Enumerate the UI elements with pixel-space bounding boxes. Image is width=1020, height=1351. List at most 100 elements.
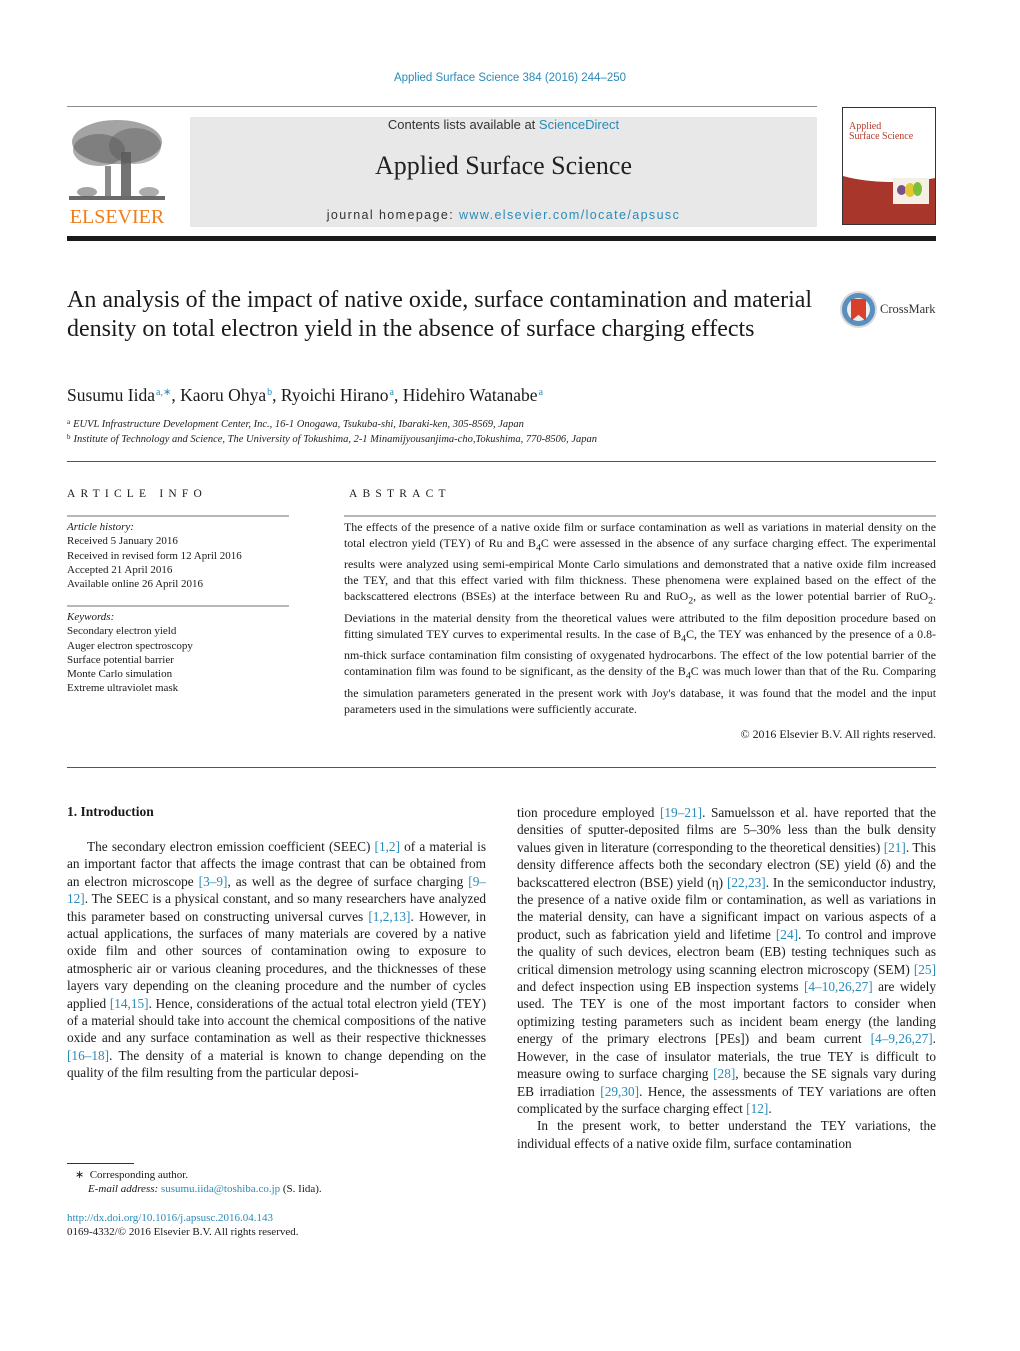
article-history: Article history: Received 5 January 2016… xyxy=(67,520,297,591)
crossmark-badge[interactable]: CrossMark xyxy=(840,291,940,329)
masthead-bottom-rule xyxy=(67,236,936,241)
contents-prefix: Contents lists available at xyxy=(387,117,539,132)
email-suffix: (S. Iida). xyxy=(280,1183,322,1195)
author-affiliation-mark[interactable]: a xyxy=(539,387,543,398)
author-affiliation-mark[interactable]: b xyxy=(267,387,272,398)
journal-cover-image[interactable]: Applied Surface Science xyxy=(842,107,936,225)
text-run: The secondary electron emission coeffici… xyxy=(87,839,375,854)
header-divider xyxy=(67,106,817,107)
body-divider xyxy=(67,767,936,768)
history-label: Article history: xyxy=(67,521,134,533)
text-run: . The density of a material is known to … xyxy=(67,1047,486,1081)
affiliation-text: Institute of Technology and Science, The… xyxy=(73,434,598,445)
article-info-divider xyxy=(67,515,289,517)
citation-link[interactable]: [22,23] xyxy=(727,875,766,890)
email-link[interactable]: susumu.iida@toshiba.co.jp xyxy=(161,1183,280,1195)
keywords-label: Keywords: xyxy=(67,611,115,623)
affiliation-mark: b xyxy=(67,433,71,441)
author-affiliation-mark[interactable]: a,∗ xyxy=(156,387,171,398)
cover-title: Applied Surface Science xyxy=(849,122,913,142)
section-heading-introduction: 1. Introduction xyxy=(67,804,154,819)
author-name[interactable]: Susumu Iida xyxy=(67,385,155,405)
text-run: In the present work, to better understan… xyxy=(517,1118,936,1151)
elsevier-wordmark: ELSEVIER xyxy=(69,206,165,228)
issn-copyright: 0169-4332/© 2016 Elsevier B.V. All right… xyxy=(67,1226,299,1238)
footnote-divider xyxy=(67,1163,134,1164)
text-run: . xyxy=(768,1100,772,1116)
citation-link[interactable]: [4–9,26,27] xyxy=(871,1031,933,1046)
keyword-item: Secondary electron yield xyxy=(67,625,177,638)
author-name[interactable]: Hidehiro Watanabe xyxy=(403,385,538,405)
front-matter-divider xyxy=(67,461,936,462)
journal-homepage-link[interactable]: www.elsevier.com/locate/apsusc xyxy=(459,208,680,222)
keywords: Keywords: Secondary electron yield Auger… xyxy=(67,610,297,696)
citation-link[interactable]: [29,30] xyxy=(600,1084,639,1099)
elsevier-logo[interactable]: ELSEVIER xyxy=(67,116,167,228)
affiliation-text: EUVL Infrastructure Development Center, … xyxy=(73,419,524,430)
abstract-segment: , as well as the lower potential barrier… xyxy=(693,589,929,604)
homepage-prefix: journal homepage: xyxy=(326,208,459,222)
citation-link[interactable]: [12] xyxy=(746,1101,768,1116)
article-title: An analysis of the impact of native oxid… xyxy=(67,287,813,342)
citation-link[interactable]: [3–9] xyxy=(199,874,228,889)
abstract-text: The effects of the presence of a native … xyxy=(344,519,936,717)
cover-curve xyxy=(843,142,935,182)
email-note: E-mail address: susumu.iida@toshiba.co.j… xyxy=(67,1182,497,1197)
history-item: Accepted 21 April 2016 xyxy=(67,563,173,576)
abstract-heading: ABSTRACT xyxy=(349,488,451,500)
text-run: , as well as the degree of surface charg… xyxy=(227,873,469,889)
cover-art-shape xyxy=(913,182,922,196)
author-affiliation-mark[interactable]: a xyxy=(390,387,394,398)
paragraph: The secondary electron emission coeffici… xyxy=(67,838,486,1082)
text-run: tion procedure employed xyxy=(517,805,660,820)
crossmark-label: CrossMark xyxy=(880,302,936,316)
affiliation-b: b Institute of Technology and Science, Th… xyxy=(67,433,927,445)
elsevier-tree-icon xyxy=(69,116,165,204)
author-list: Susumu Iidaa,∗, Kaoru Ohyab, Ryoichi Hir… xyxy=(67,385,544,405)
history-item: Received 5 January 2016 xyxy=(67,535,178,548)
body-column-right: tion procedure employed [19–21]. Samuels… xyxy=(517,804,936,1152)
author-name[interactable]: Ryoichi Hirano xyxy=(281,385,389,405)
corresponding-author-note: ∗ Corresponding author. xyxy=(67,1168,497,1183)
abstract-divider xyxy=(344,515,936,517)
abstract-copyright: © 2016 Elsevier B.V. All rights reserved… xyxy=(740,727,936,741)
keyword-item: Surface potential barrier xyxy=(67,653,174,666)
cover-title-line2: Surface Science xyxy=(849,131,914,142)
history-item: Received in revised form 12 April 2016 xyxy=(67,549,242,562)
contents-line: Contents lists available at ScienceDirec… xyxy=(190,117,817,132)
paragraph: tion procedure employed [19–21]. Samuels… xyxy=(517,804,936,1117)
citation-link[interactable]: [28] xyxy=(713,1066,735,1081)
author-name[interactable]: Kaoru Ohya xyxy=(180,385,266,405)
journal-title: Applied Surface Science xyxy=(374,151,632,180)
paragraph: In the present work, to better understan… xyxy=(517,1117,936,1152)
citation-link[interactable]: [25] xyxy=(914,962,936,977)
affiliation-mark: a xyxy=(67,418,71,426)
homepage-line: journal homepage: www.elsevier.com/locat… xyxy=(190,208,817,222)
crossmark-icon xyxy=(840,291,877,328)
citation-link[interactable]: [4–10,26,27] xyxy=(804,979,873,994)
keyword-item: Auger electron spectroscopy xyxy=(67,639,193,652)
body-column-left: The secondary electron emission coeffici… xyxy=(67,838,486,1082)
citation-link[interactable]: [19–21] xyxy=(660,805,702,820)
sciencedirect-link[interactable]: ScienceDirect xyxy=(539,117,619,132)
keywords-divider xyxy=(67,605,289,607)
article-info-heading: ARTICLE INFO xyxy=(67,488,207,500)
cover-artwork xyxy=(893,178,929,204)
citation-link[interactable]: [21] xyxy=(884,840,906,855)
journal-masthead: Contents lists available at ScienceDirec… xyxy=(190,117,817,227)
footnote-mark: ∗ xyxy=(75,1169,85,1181)
affiliation-a: a EUVL Infrastructure Development Center,… xyxy=(67,418,927,430)
doi-link[interactable]: http://dx.doi.org/10.1016/j.apsusc.2016.… xyxy=(67,1212,273,1224)
history-item: Available online 26 April 2016 xyxy=(67,578,204,591)
email-label: E-mail address: xyxy=(88,1183,161,1195)
keyword-item: Monte Carlo simulation xyxy=(67,668,173,681)
citation-link[interactable]: [1,2] xyxy=(375,839,400,854)
journal-citation-link[interactable]: Applied Surface Science 384 (2016) 244–2… xyxy=(0,72,1020,84)
citation-link[interactable]: [1,2,13] xyxy=(368,909,410,924)
corresponding-text: Corresponding author. xyxy=(89,1169,189,1181)
citation-link[interactable]: [24] xyxy=(776,927,798,942)
citation-link[interactable]: [14,15] xyxy=(110,996,149,1011)
keyword-item: Extreme ultraviolet mask xyxy=(67,682,179,695)
citation-link[interactable]: [16–18] xyxy=(67,1048,109,1063)
text-run: and defect inspection using EB inspectio… xyxy=(517,979,804,995)
